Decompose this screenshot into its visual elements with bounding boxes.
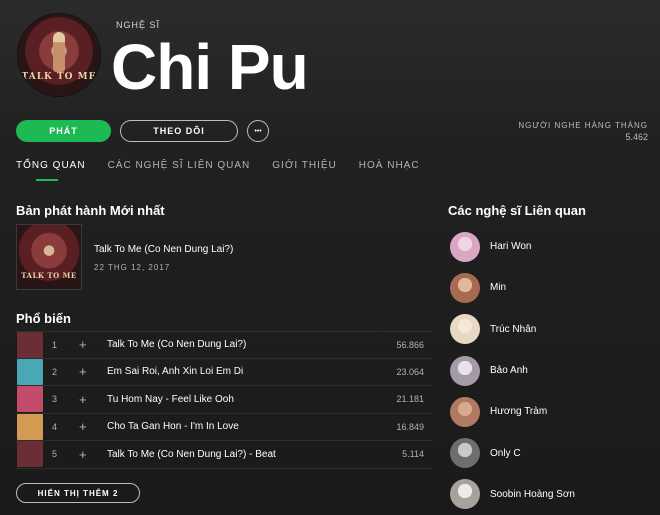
track-title: Cho Ta Gan Hon - I'm In Love xyxy=(107,421,239,433)
related-artists-heading: Các nghệ sĩ Liên quan xyxy=(448,203,586,218)
latest-release-cover[interactable]: TALK TO ME xyxy=(16,224,82,290)
track-thumbnail xyxy=(17,331,43,358)
tab-about[interactable]: GIỚI THIỆU xyxy=(272,160,337,181)
related-artist-item[interactable]: Min xyxy=(450,267,650,308)
latest-release-title[interactable]: Talk To Me (Co Nen Dung Lai?) xyxy=(94,244,233,255)
track-play-count: 21.181 xyxy=(396,394,424,405)
avatar xyxy=(450,396,480,427)
track-row[interactable]: 3 + Tu Hom Nay - Feel Like Ooh 21.181 xyxy=(16,386,432,414)
avatar-figure xyxy=(53,32,65,72)
add-icon[interactable]: + xyxy=(79,393,87,406)
more-options-button[interactable]: ••• xyxy=(247,120,269,142)
artist-name: Chi Pu xyxy=(111,31,309,103)
related-artist-name: Bảo Anh xyxy=(490,365,528,377)
avatar xyxy=(450,231,480,262)
track-thumbnail xyxy=(17,441,43,468)
artist-tabs: TỔNG QUAN CÁC NGHỆ SĨ LIÊN QUAN GIỚI THI… xyxy=(16,160,442,181)
tab-overview[interactable]: TỔNG QUAN xyxy=(16,160,86,181)
ellipsis-icon: ••• xyxy=(254,127,262,135)
show-more-button[interactable]: HIỂN THỊ THÊM 2 xyxy=(16,483,140,503)
track-row[interactable]: 5 + Talk To Me (Co Nen Dung Lai?) - Beat… xyxy=(16,441,432,469)
related-artists-list: Hari Won Min Trúc Nhân Bảo Anh Hương Trà… xyxy=(450,226,650,515)
related-artist-item[interactable]: Soobin Hoàng Sơn xyxy=(450,474,650,515)
avatar xyxy=(450,314,480,345)
track-number: 3 xyxy=(52,394,58,405)
related-artist-name: Only C xyxy=(490,447,521,459)
release-cover-text: TALK TO ME xyxy=(21,271,77,280)
play-button[interactable]: PHÁT xyxy=(16,120,111,142)
artist-header: TALK TO ME NGHỆ SĨ Chi Pu xyxy=(16,14,646,124)
latest-release-date: 22 THG 12, 2017 xyxy=(94,263,171,272)
track-number: 2 xyxy=(52,366,58,377)
related-artist-name: Hari Won xyxy=(490,241,532,253)
track-thumbnail xyxy=(17,386,43,413)
track-row[interactable]: 2 + Em Sai Roi, Anh Xin Loi Em Di 23.064 xyxy=(16,358,432,386)
monthly-listeners-label: NGƯỜI NGHE HÀNG THÁNG xyxy=(518,121,648,130)
tab-related-artists[interactable]: CÁC NGHỆ SĨ LIÊN QUAN xyxy=(108,160,251,181)
related-artist-item[interactable]: Only C xyxy=(450,432,650,473)
track-number: 1 xyxy=(52,339,58,350)
track-title: Talk To Me (Co Nen Dung Lai?) xyxy=(107,339,247,351)
track-play-count: 23.064 xyxy=(396,366,424,377)
avatar xyxy=(450,355,480,386)
tab-concerts[interactable]: HOÀ NHẠC xyxy=(359,160,420,181)
avatar xyxy=(450,272,480,303)
popular-tracks-list: 1 + Talk To Me (Co Nen Dung Lai?) 56.866… xyxy=(16,331,432,469)
related-artist-name: Trúc Nhân xyxy=(490,323,537,335)
artist-overline: NGHỆ SĨ xyxy=(116,20,161,30)
track-number: 4 xyxy=(52,421,58,432)
avatar xyxy=(450,438,480,469)
track-play-count: 16.849 xyxy=(396,421,424,432)
related-artist-item[interactable]: Hương Tràm xyxy=(450,391,650,432)
track-row[interactable]: 1 + Talk To Me (Co Nen Dung Lai?) 56.866 xyxy=(16,331,432,359)
related-artist-item[interactable]: Trúc Nhân xyxy=(450,309,650,350)
add-icon[interactable]: + xyxy=(79,365,87,378)
popular-heading: Phổ biến xyxy=(16,311,71,326)
related-artist-name: Hương Tràm xyxy=(490,406,548,418)
track-thumbnail xyxy=(17,413,43,440)
monthly-listeners-count: 5.462 xyxy=(625,132,648,142)
track-play-count: 5.114 xyxy=(402,449,424,460)
add-icon[interactable]: + xyxy=(79,338,87,351)
artist-avatar: TALK TO ME xyxy=(18,14,100,96)
track-play-count: 56.866 xyxy=(396,339,424,350)
track-row[interactable]: 4 + Cho Ta Gan Hon - I'm In Love 16.849 xyxy=(16,413,432,441)
latest-release-heading: Bản phát hành Mới nhất xyxy=(16,203,165,218)
track-title: Tu Hom Nay - Feel Like Ooh xyxy=(107,393,234,405)
track-title: Talk To Me (Co Nen Dung Lai?) - Beat xyxy=(107,448,276,460)
add-icon[interactable]: + xyxy=(79,448,87,461)
follow-button[interactable]: THEO DÕI xyxy=(120,120,238,142)
avatar xyxy=(450,479,480,510)
related-artist-item[interactable]: Bảo Anh xyxy=(450,350,650,391)
track-title: Em Sai Roi, Anh Xin Loi Em Di xyxy=(107,366,244,378)
track-thumbnail xyxy=(17,358,43,385)
add-icon[interactable]: + xyxy=(79,420,87,433)
related-artist-name: Min xyxy=(490,282,507,294)
related-artist-item[interactable]: Hari Won xyxy=(450,226,650,267)
avatar-art-text: TALK TO ME xyxy=(21,72,97,82)
related-artist-name: Soobin Hoàng Sơn xyxy=(490,488,575,500)
track-number: 5 xyxy=(52,449,58,460)
